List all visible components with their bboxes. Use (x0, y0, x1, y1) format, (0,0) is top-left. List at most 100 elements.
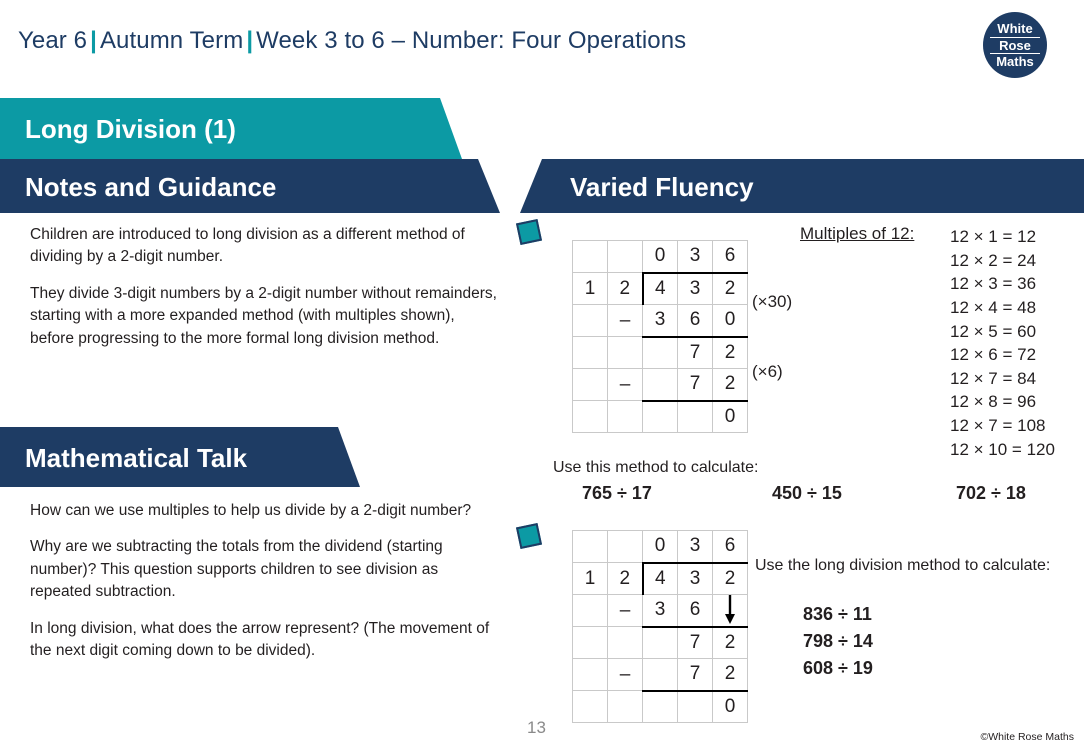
cell: 3 (642, 304, 678, 337)
calculation-item: 798 ÷ 14 (803, 631, 873, 651)
calculation-item: 450 ÷ 15 (772, 483, 842, 503)
cell (642, 368, 678, 401)
cell (572, 400, 608, 433)
cell: 2 (712, 335, 748, 369)
cell (607, 400, 643, 433)
cell: 7 (677, 335, 713, 369)
cell: 4 (641, 561, 678, 595)
long-division-grid-expanded: 0 3 6 1 2 4 3 2 – 3 6 0 7 2 – 7 2 0 (572, 240, 748, 433)
calculation-list-long-division: 836 ÷ 11 798 ÷ 14 608 ÷ 19 (803, 601, 873, 682)
cell: 2 (712, 658, 748, 691)
cell (642, 335, 678, 369)
cell (607, 240, 643, 273)
logo-line-3: Maths (996, 54, 1034, 70)
cell: 7 (677, 658, 713, 691)
breadcrumb-week: Week 3 to 6 – Number: Four Operations (256, 27, 687, 54)
table-row: 0 3 6 (572, 530, 748, 563)
cell: 3 (642, 594, 678, 627)
cell (642, 658, 678, 691)
arrow-down-icon (712, 594, 748, 627)
cell (572, 594, 608, 627)
cell (572, 304, 608, 337)
list-item: 12 × 6 = 72 (950, 345, 1037, 365)
long-division-grid-formal: 0 3 6 1 2 4 3 2 – 3 6 7 2 – 7 2 0 (572, 530, 748, 723)
logo-line-1: White (997, 21, 1033, 36)
table-row: – 7 2 (572, 368, 748, 401)
cell (572, 240, 608, 273)
cell (642, 689, 678, 723)
cell: 2 (607, 272, 643, 305)
cell (572, 336, 608, 369)
cell (572, 626, 608, 659)
cell: 4 (641, 271, 678, 305)
notes-section-title: Notes and Guidance (25, 172, 277, 202)
copyright-notice: ©White Rose Maths (980, 731, 1074, 743)
list-item: 12 × 7 = 108 (950, 416, 1046, 435)
page-title: Long Division (1) (25, 114, 236, 144)
breadcrumb-year: Year 6 (18, 27, 88, 54)
list-item: 12 × 10 = 120 (950, 439, 1055, 459)
multiples-list: 12 × 1 = 12 12 × 2 = 24 12 × 3 = 36 12 ×… (950, 225, 1055, 461)
cell (607, 530, 643, 563)
cell: 6 (677, 304, 713, 337)
notes-and-guidance-body: Children are introduced to long division… (30, 224, 500, 350)
table-row: 0 (572, 689, 748, 723)
page-header: Year 6 | Autumn Term | Week 3 to 6 – Number:… (0, 0, 1084, 95)
cell (677, 689, 713, 723)
cell: 1 (572, 562, 608, 595)
table-row: – 7 2 (572, 658, 748, 691)
cell (607, 336, 643, 369)
calculation-item: 836 ÷ 11 (803, 604, 872, 624)
multiples-heading: Multiples of 12: (800, 224, 915, 243)
cell: 0 (642, 530, 678, 563)
breadcrumb-separator-1: | (90, 27, 97, 54)
minus-sign: – (607, 368, 643, 401)
cell: 0 (712, 304, 748, 337)
cell: 3 (677, 561, 713, 595)
teal-diamond-icon (515, 218, 543, 246)
cell: 7 (677, 368, 713, 401)
table-row: 1 2 4 3 2 (572, 271, 748, 305)
multiplier-annotation-second: (×6) (752, 362, 783, 381)
cell: 2 (712, 368, 748, 401)
table-row: – 3 6 (572, 594, 748, 627)
cell: 1 (572, 272, 608, 305)
cell: 6 (712, 240, 748, 273)
cell: 3 (677, 530, 713, 563)
cell: 2 (607, 562, 643, 595)
logo-line-2: Rose (990, 36, 1040, 55)
table-row: 0 (572, 399, 748, 433)
table-row: 7 2 (572, 335, 748, 369)
minus-sign: – (607, 658, 643, 691)
list-item: 12 × 8 = 96 (950, 392, 1037, 412)
talk-section-title: Mathematical Talk (25, 443, 248, 473)
minus-sign: – (607, 304, 643, 337)
mathematical-talk-body: How can we use multiples to help us divi… (30, 500, 502, 663)
cell: 2 (712, 561, 748, 595)
table-row: 0 3 6 (572, 240, 748, 273)
cell (572, 368, 608, 401)
cell (642, 399, 678, 433)
cell: 2 (712, 271, 748, 305)
talk-paragraph: How can we use multiples to help us divi… (30, 502, 472, 519)
cell: 0 (642, 240, 678, 273)
list-item: 12 × 1 = 12 (950, 227, 1037, 246)
calculation-item: 765 ÷ 17 (582, 483, 652, 503)
prompt-label-expanded-method: Use this method to calculate: (553, 459, 759, 476)
list-item: 12 × 3 = 36 (950, 274, 1037, 294)
list-item: 12 × 7 = 84 (950, 368, 1037, 388)
prompt-label-long-division: Use the long division method to calculat… (755, 557, 1051, 574)
cell (607, 626, 643, 659)
breadcrumb-term: Autumn Term (99, 27, 244, 54)
cell (677, 399, 713, 433)
cell: 3 (677, 240, 713, 273)
cell: 6 (712, 530, 748, 563)
cell (572, 658, 608, 691)
cell: 3 (677, 271, 713, 305)
calculation-item: 608 ÷ 19 (803, 658, 873, 678)
cell: 6 (677, 594, 713, 627)
notes-paragraph: They divide 3-digit numbers by a 2-digit… (30, 284, 497, 347)
calculation-item: 702 ÷ 18 (956, 483, 1026, 503)
cell: 7 (677, 625, 713, 659)
talk-paragraph: In long division, what does the arrow re… (30, 619, 490, 660)
